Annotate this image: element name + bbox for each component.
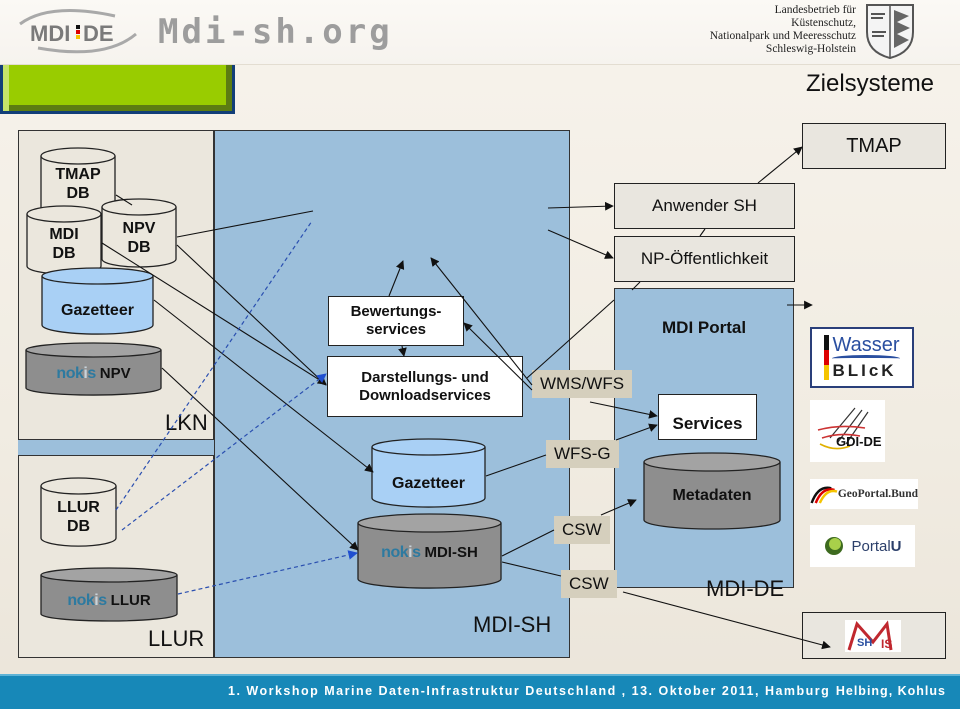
np-oeffentlichkeit-box[interactable]: NP-Öffentlichkeit [614,236,795,282]
region-label-mdi-sh: MDI-SH [473,612,552,637]
gazetteer-lkn-label: Gazetteer [61,302,134,319]
link-anwender-tmap [757,146,803,184]
npv-db-label: NPV DB [122,220,156,256]
mdi-db[interactable]: MDI DB [26,205,102,275]
slide-title: Zielsysteme [806,70,935,97]
metadaten-label: Metadaten [672,487,752,504]
nokis-text: s [412,544,421,561]
portalu-text: Portal [851,537,891,555]
geoportal-bund-logo[interactable]: GeoPortal.Bund [810,479,918,509]
agency-line: Küstenschutz, [791,17,856,29]
gazetteer-lkn-db[interactable]: Gazetteer [41,267,154,335]
nokis-text: s [87,365,96,382]
footer-event: 1. Workshop Marine Daten-Infrastruktur D… [228,684,831,698]
gazetteer-mdish-label: Gazetteer [392,475,465,492]
footer-authors: Helbing, Kohlus [835,684,946,698]
agency-name: Landesbetrieb für Küstenschutz, National… [710,4,856,56]
nokis-mdish-label: nokis MDI-SH [357,543,502,562]
agency-line: Nationalpark und Meeresschutz [709,30,856,42]
coat-of-arms-icon [864,2,916,60]
metadaten-db[interactable]: Metadaten [643,452,781,530]
nokis-llur-db[interactable]: nokis LLUR [40,567,178,623]
nokis-suffix: LLUR [110,592,151,609]
csw-tag: CSW [561,570,617,598]
mdi-db-label: MDI DB [49,226,79,262]
llur-db-label: LLUR DB [57,499,100,535]
portalu-text-bold: U [890,537,902,555]
wms-wfs-tag: WMS/WFS [532,370,633,398]
svg-text:MDI: MDI [30,21,70,46]
wasserblick-line2: BLIcK [832,361,897,380]
mdi-de-logo[interactable]: MDI DE [10,4,142,56]
arcs-icon [810,486,838,504]
wasserblick-logo[interactable]: Wasser BLIcK [810,327,914,388]
shmis-sh: SH [857,637,872,649]
nokis-npv-label: nokis NPV [25,364,162,383]
nokis-mdish-db[interactable]: nokis MDI-SH [357,513,502,589]
mdi-portal-label: MDI Portal [662,318,747,337]
wfs-g-tag: WFS-G [546,440,619,468]
npv-db[interactable]: NPV DB [101,198,177,268]
link-anwender-np [699,228,706,237]
gdi-de-text: GDI-DE [836,434,882,449]
shmis-mark: SH IS [847,620,893,651]
agency-line: Landesbetrieb für [774,4,856,16]
gdi-de-logo[interactable]: GDI-DE [810,400,885,462]
globe-icon [825,537,844,555]
nokis-text: nok [56,365,84,382]
services-box[interactable]: Services [658,394,757,440]
svg-text:DE: DE [83,21,114,46]
shmis-logo[interactable]: SH IS [845,620,901,652]
geoportal-bund-text: GeoPortal.Bund [837,488,918,500]
llur-db[interactable]: LLUR DB [40,477,117,547]
agency-line: Schleswig-Holstein [765,43,856,55]
region-label-llur: LLUR [148,626,205,651]
nokis-text: nok [381,544,409,561]
shmis-is: IS [881,637,892,651]
nokis-llur-label: nokis LLUR [40,591,178,610]
region-label-mdi-de: MDI-DE [706,576,785,601]
tmap-target-box[interactable]: TMAP [802,123,946,169]
nokis-suffix: NPV [99,365,131,382]
csw-tag: CSW [554,516,610,544]
nokis-npv-db[interactable]: nokis NPV [25,342,162,397]
nokis-text: s [98,592,107,609]
portalu-logo[interactable]: Portal U [810,525,915,567]
nokis-text: nok [67,592,95,609]
grid-icon [817,407,869,450]
wasserblick-line1: Wasser [832,334,900,356]
gazetteer-mdish-db[interactable]: Gazetteer [371,438,486,508]
site-title[interactable]: Mdi-sh.org [158,12,393,52]
region-divider [18,440,214,455]
flag-icon [824,335,830,380]
region-label-lkn: LKN [165,410,208,435]
bewertungsservices-box[interactable]: Bewertungs- services [328,296,464,346]
anwender-sh-box[interactable]: Anwender SH [614,183,795,229]
darstellungs-downloadservices-box[interactable]: Darstellungs- und Downloadservices [327,356,523,417]
nokis-suffix: MDI-SH [424,544,478,561]
